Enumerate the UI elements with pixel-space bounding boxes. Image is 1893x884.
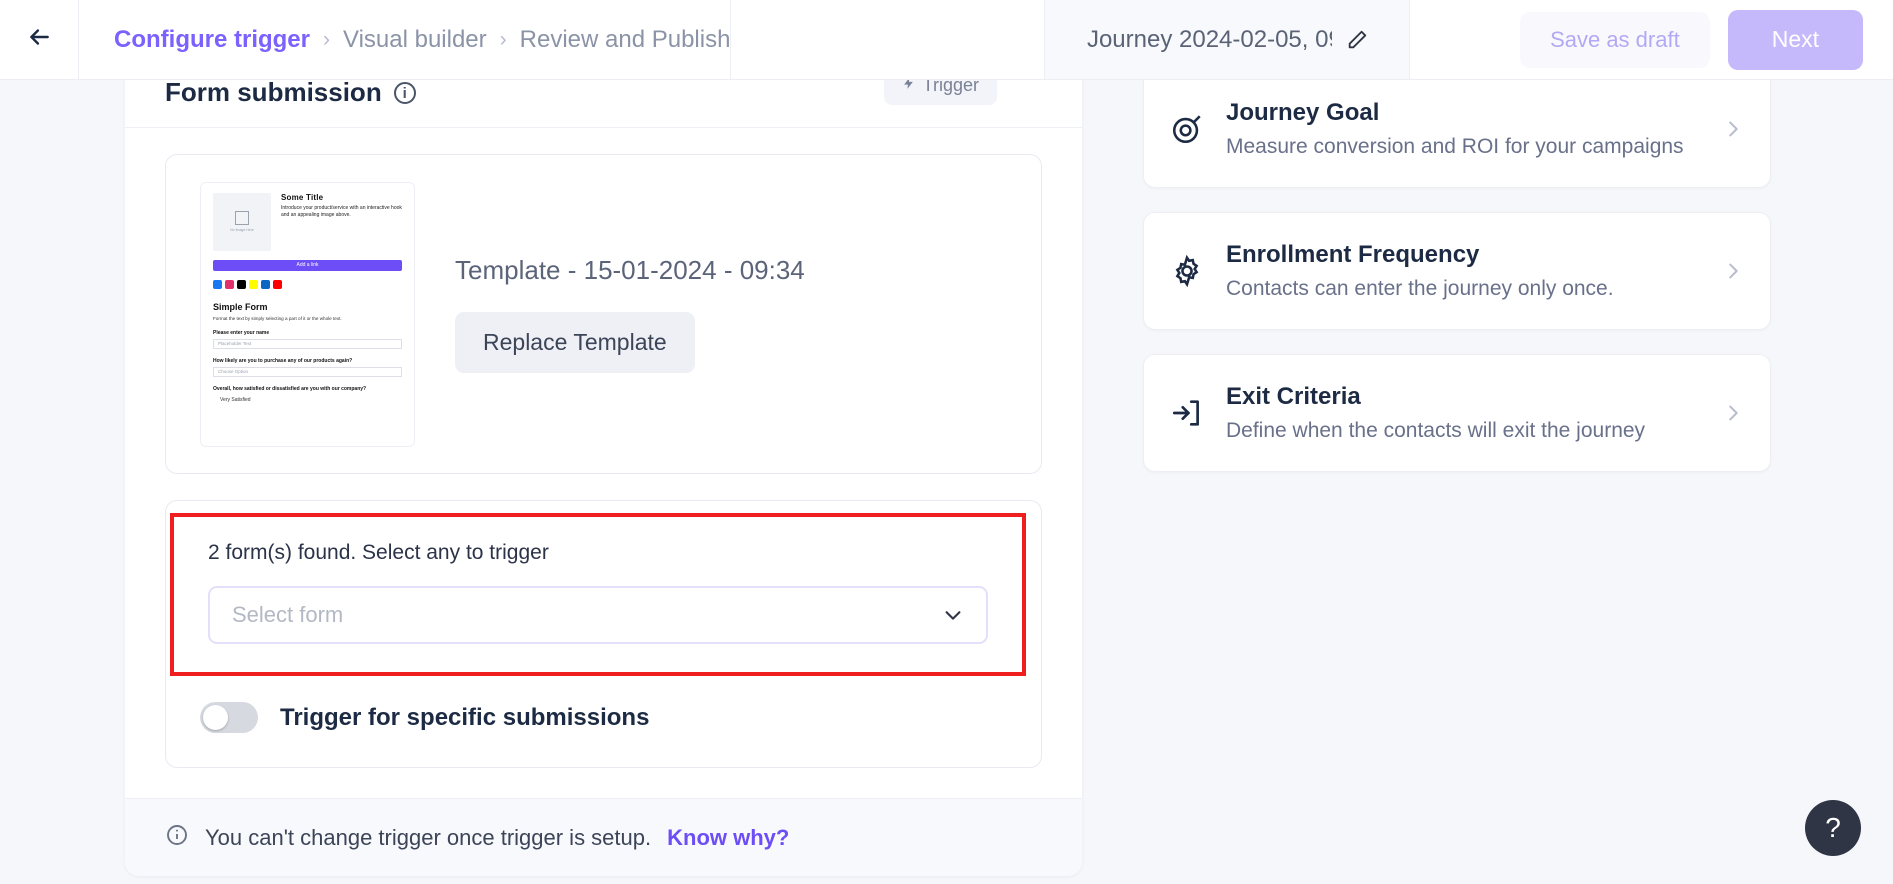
facebook-icon xyxy=(213,279,222,289)
top-bar: Configure trigger › Visual builder › Rev… xyxy=(0,0,1893,80)
thumbnail-q1-label: Please enter your name xyxy=(213,329,270,336)
chevron-right-icon xyxy=(1722,118,1744,140)
trigger-specific-submissions-toggle[interactable] xyxy=(200,702,258,733)
top-bar-actions: Save as draft Next xyxy=(1410,0,1893,79)
top-bar-spacer xyxy=(731,0,1044,79)
replace-template-button[interactable]: Replace Template xyxy=(455,312,695,373)
breadcrumb: Configure trigger › Visual builder › Rev… xyxy=(78,0,732,79)
arrow-left-icon xyxy=(26,24,52,55)
help-button[interactable]: ? xyxy=(1805,800,1861,856)
panel-body: No Image Here Some Title Introduce your … xyxy=(125,128,1082,768)
breadcrumb-separator: › xyxy=(323,27,330,51)
template-card: No Image Here Some Title Introduce your … xyxy=(165,154,1042,474)
forms-found-label: 2 form(s) found. Select any to trigger xyxy=(208,541,549,564)
info-icon[interactable]: i xyxy=(393,81,416,104)
panel-footer: You can't change trigger once trigger is… xyxy=(125,798,1082,876)
breadcrumb-separator: › xyxy=(499,27,507,51)
trigger-specific-submissions-label: Trigger for specific submissions xyxy=(280,703,650,731)
sidebar-title: Journey Goal xyxy=(1226,99,1380,126)
linkedin-icon xyxy=(261,279,270,289)
sidebar-desc: Contacts can enter the journey only once… xyxy=(1226,277,1614,300)
sidebar-desc: Measure conversion and ROI for your camp… xyxy=(1226,135,1684,158)
page-title: Form submission i xyxy=(165,77,416,108)
thumbnail-form-sub: Format the text by simply selecting a pa… xyxy=(213,315,342,321)
panel-heading-text: Form submission xyxy=(165,77,382,107)
template-info: Template - 15-01-2024 - 09:34 Replace Te… xyxy=(455,255,805,373)
image-icon xyxy=(235,211,249,225)
journey-title-zone: Journey 2024-02-05, 09 xyxy=(1044,0,1411,79)
toggle-knob xyxy=(203,705,228,730)
thumbnail-q3-label: Overall, how satisfied or dissatisfied a… xyxy=(213,385,367,392)
sidebar-item-exit-criteria[interactable]: Exit Criteria Define when the contacts w… xyxy=(1143,354,1771,472)
info-icon xyxy=(165,823,189,852)
template-thumbnail: No Image Here Some Title Introduce your … xyxy=(200,181,415,447)
footer-note: You can't change trigger once trigger is… xyxy=(205,824,652,850)
settings-sidebar: Journey Goal Measure conversion and ROI … xyxy=(1143,70,1771,496)
select-form-dropdown[interactable]: Select form xyxy=(208,586,988,644)
trigger-specific-submissions-row: Trigger for specific submissions xyxy=(166,676,1041,733)
sidebar-item-journey-goal[interactable]: Journey Goal Measure conversion and ROI … xyxy=(1143,70,1771,188)
thumbnail-title: Some Title xyxy=(281,192,324,202)
x-twitter-icon xyxy=(237,279,246,289)
chevron-down-icon xyxy=(942,604,964,626)
thumbnail-image-caption: No Image Here xyxy=(230,228,254,232)
forms-card: 2 form(s) found. Select any to trigger S… xyxy=(165,500,1042,768)
template-name: Template - 15-01-2024 - 09:34 xyxy=(455,255,805,285)
thumbnail-q1-input: Placeholder Text xyxy=(213,338,402,349)
thumbnail-q2-select: Choose Option xyxy=(213,366,402,377)
gear-icon xyxy=(1170,254,1204,288)
youtube-icon xyxy=(273,279,282,289)
thumbnail-image-placeholder: No Image Here xyxy=(213,192,271,251)
exit-arrow-icon xyxy=(1170,396,1204,430)
thumbnail-body: Introduce your product/service with an i… xyxy=(281,204,402,218)
chevron-right-icon xyxy=(1722,260,1744,282)
instagram-icon xyxy=(225,279,234,289)
breadcrumb-item-configure-trigger[interactable]: Configure trigger xyxy=(114,26,310,54)
breadcrumb-item-visual-builder[interactable]: Visual builder xyxy=(343,26,487,54)
select-form-placeholder: Select form xyxy=(232,602,344,627)
page-body: Form submission i Trigger No Image Here … xyxy=(0,58,1893,884)
breadcrumb-item-review-and-publish[interactable]: Review and Publish xyxy=(520,26,731,54)
thumbnail-cta-button: Add a link xyxy=(213,259,402,271)
chevron-right-icon xyxy=(1722,402,1744,424)
thumbnail-social-row xyxy=(213,279,402,289)
sidebar-title: Exit Criteria xyxy=(1226,383,1361,410)
thumbnail-q3-answer: Very Satisfied xyxy=(220,396,251,403)
sidebar-title: Enrollment Frequency xyxy=(1226,241,1480,268)
thumbnail-form-heading: Simple Form xyxy=(213,301,268,312)
sidebar-desc: Define when the contacts will exit the j… xyxy=(1226,419,1646,442)
thumbnail-q2-label: How likely are you to purchase any of ou… xyxy=(213,357,353,364)
form-submission-panel: Form submission i Trigger No Image Here … xyxy=(125,58,1082,876)
journey-title: Journey 2024-02-05, 09 xyxy=(1086,25,1332,53)
save-as-draft-button[interactable]: Save as draft xyxy=(1520,11,1710,68)
form-select-highlight: 2 form(s) found. Select any to trigger S… xyxy=(170,513,1026,676)
sidebar-item-enrollment-frequency[interactable]: Enrollment Frequency Contacts can enter … xyxy=(1143,212,1771,330)
back-button[interactable] xyxy=(0,0,78,79)
next-button[interactable]: Next xyxy=(1727,9,1863,70)
help-icon: ? xyxy=(1825,812,1841,843)
target-goal-icon xyxy=(1170,112,1204,146)
pencil-icon[interactable] xyxy=(1346,29,1368,51)
know-why-link[interactable]: Know why? xyxy=(667,825,789,851)
snapchat-icon xyxy=(249,279,258,289)
